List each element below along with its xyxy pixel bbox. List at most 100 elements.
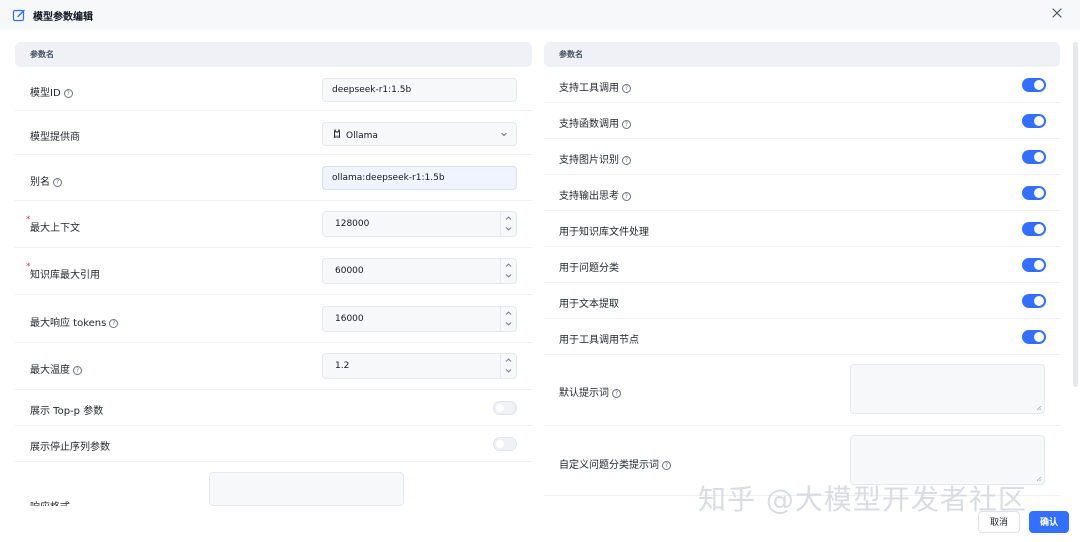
chevron-down-icon[interactable] [505,367,512,374]
response-format-label: 响应格式 [30,498,70,506]
row-toggle: 用于工具调用节点 [544,319,1060,355]
max-temp-label: 最大温度? [30,361,82,376]
help-icon[interactable]: ? [73,366,82,375]
right-column-header: 参数名 [544,42,1060,67]
help-icon[interactable]: ? [612,389,621,398]
row-max-response: 最大响应 tokens? 16000 [15,295,532,343]
toggle-label: 用于文本提取 [559,299,619,310]
help-icon[interactable]: ? [109,319,119,328]
help-icon[interactable]: ? [53,178,62,187]
confirm-button[interactable]: 确认 [1029,511,1069,533]
row-kb-max-quote: * 知识库最大引用 60000 [15,248,532,295]
help-icon[interactable]: ? [63,89,73,98]
max-response-stepper[interactable]: 16000 [322,306,517,332]
row-alias: 别名? ollama:deepseek-r1:1.5b [15,155,532,201]
provider-select[interactable]: Ollama [322,122,517,146]
show-top-p-toggle[interactable] [493,401,517,415]
toggle-switch[interactable] [1022,186,1046,200]
help-icon[interactable]: ? [662,461,671,470]
row-default-prompt: 默认提示词? [544,354,1060,426]
show-stop-seq-toggle[interactable] [493,437,517,451]
toggle-label: 用于知识库文件处理 [559,227,649,238]
custom-classify-prompt-label: 自定义问题分类提示词? [559,456,671,471]
toggle-label: 支持图片识别? [559,151,631,166]
dialog-title: 模型参数编辑 [33,12,93,23]
alias-label: 别名? [30,173,62,188]
toggle-switch[interactable] [1022,222,1046,236]
response-format-textarea[interactable] [209,472,404,506]
kb-max-quote-label: * 知识库最大引用 [26,262,100,281]
max-context-value: 128000 [335,219,370,229]
max-temp-value: 1.2 [335,361,350,371]
alias-input[interactable]: ollama:deepseek-r1:1.5b [322,166,517,190]
row-toggle: 支持图片识别? [544,139,1060,175]
toggle-label: 用于工具调用节点 [559,335,639,346]
model-id-label: 模型ID? [30,84,73,99]
toggle-switch[interactable] [1022,114,1046,128]
left-column-header-label: 参数名 [30,50,54,59]
max-response-label: 最大响应 tokens? [30,314,119,329]
chevron-up-icon[interactable] [505,357,512,364]
toggle-switch[interactable] [1022,258,1046,272]
resize-grip-icon[interactable] [1036,476,1042,482]
left-column-header: 参数名 [15,42,532,67]
chevron-up-icon[interactable] [505,215,512,222]
model-id-input[interactable]: deepseek-r1:1.5b [322,78,517,102]
cancel-button[interactable]: 取消 [978,511,1020,533]
row-toggle: 支持函数调用? [544,103,1060,139]
help-icon[interactable]: ? [622,84,631,93]
right-column-header-label: 参数名 [559,50,583,59]
show-top-p-label: 展示 Top-p 参数 [30,406,104,417]
default-prompt-label: 默认提示词? [559,384,621,399]
stepper-arrows[interactable] [500,259,516,283]
row-show-stop-seq: 展示停止序列参数 [15,426,532,462]
row-provider: 模型提供商 Ollama [15,111,532,155]
max-response-value: 16000 [335,314,364,324]
max-temp-stepper[interactable]: 1.2 [322,353,517,379]
kb-max-quote-stepper[interactable]: 60000 [322,258,517,284]
default-prompt-textarea[interactable] [850,364,1045,414]
row-model-id: 模型ID? deepseek-r1:1.5b [15,67,532,111]
max-context-label: * 最大上下文 [26,215,80,234]
toggle-switch[interactable] [1022,330,1046,344]
row-toggle: 支持工具调用? [544,67,1060,103]
stepper-arrows[interactable] [500,307,516,331]
resize-grip-icon[interactable] [1036,405,1042,411]
edit-icon [12,9,25,22]
help-icon[interactable]: ? [622,156,631,165]
show-stop-seq-label: 展示停止序列参数 [30,442,110,453]
chevron-up-icon[interactable] [505,262,512,269]
chevron-down-icon[interactable] [505,225,512,232]
toggle-switch[interactable] [1022,294,1046,308]
help-icon[interactable]: ? [622,120,631,129]
provider-value: Ollama [346,131,378,141]
toggle-label: 支持工具调用? [559,79,631,94]
row-max-context: * 最大上下文 128000 [15,201,532,248]
help-icon[interactable]: ? [622,192,631,201]
kb-max-quote-value: 60000 [335,266,364,276]
toggle-label: 用于问题分类 [559,263,619,274]
required-mark: * [26,262,31,272]
close-icon[interactable] [1050,6,1064,20]
stepper-arrows[interactable] [500,212,516,236]
toggle-switch[interactable] [1022,78,1046,92]
row-toggle: 用于文本提取 [544,283,1060,319]
chevron-down-icon [501,132,507,137]
chevron-up-icon[interactable] [505,310,512,317]
llama-icon [334,129,340,138]
stepper-arrows[interactable] [500,354,516,378]
row-show-top-p: 展示 Top-p 参数 [15,390,532,426]
chevron-down-icon[interactable] [505,272,512,279]
row-toggle: 支持输出思考? [544,175,1060,211]
toggle-label: 支持函数调用? [559,115,631,130]
provider-label: 模型提供商 [30,132,80,143]
row-max-temp: 最大温度? 1.2 [15,343,532,390]
max-context-stepper[interactable]: 128000 [322,211,517,237]
toggle-label: 支持输出思考? [559,187,631,202]
scrollbar[interactable] [1073,42,1078,387]
toggle-switch[interactable] [1022,150,1046,164]
row-toggle: 用于问题分类 [544,247,1060,283]
chevron-down-icon[interactable] [505,320,512,327]
dialog-header: 模型参数编辑 [0,0,1080,30]
required-mark: * [26,215,31,225]
